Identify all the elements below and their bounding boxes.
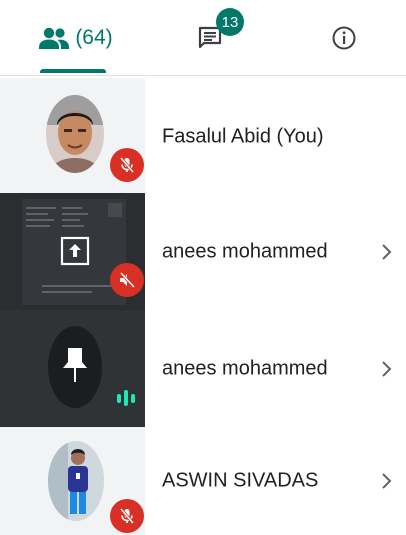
- mic-off-icon: [110, 499, 144, 533]
- pin-icon: [63, 348, 87, 382]
- participant-name: ASWIN SIVADAS: [162, 469, 319, 492]
- participant-name: anees mohammed: [162, 357, 328, 380]
- avatar: [46, 95, 104, 173]
- chevron-right-icon[interactable]: [380, 359, 394, 379]
- participant-count: (64): [75, 26, 113, 49]
- people-icon: [39, 27, 70, 49]
- participant-tile: [0, 427, 145, 535]
- audio-level-icon: [115, 387, 137, 409]
- participants-tabbar: (64) 13: [0, 0, 406, 76]
- participant-row[interactable]: Fasalul Abid (You): [0, 78, 406, 196]
- participant-row[interactable]: ASWIN SIVADAS: [0, 427, 406, 535]
- mic-off-icon: [110, 148, 144, 182]
- participant-tile: [0, 310, 145, 428]
- tab-people[interactable]: (64): [20, 0, 132, 76]
- present-screen-icon: [60, 236, 90, 266]
- mic-off-icon: [110, 263, 144, 297]
- participant-row[interactable]: anees mohammed: [0, 310, 406, 428]
- tabbar-divider: [0, 75, 406, 76]
- info-icon: [332, 26, 356, 50]
- participant-tile: [0, 193, 145, 311]
- avatar: [48, 441, 104, 521]
- participant-name: Fasalul Abid (You): [162, 125, 324, 148]
- participant-row[interactable]: anees mohammed: [0, 193, 406, 311]
- tab-info[interactable]: [304, 0, 384, 76]
- participant-name: anees mohammed: [162, 240, 328, 263]
- chevron-right-icon[interactable]: [380, 242, 394, 262]
- active-tab-indicator: [40, 69, 106, 73]
- chevron-right-icon[interactable]: [380, 471, 394, 491]
- chat-unread-badge: 13: [216, 8, 244, 36]
- participant-tile: [0, 78, 145, 196]
